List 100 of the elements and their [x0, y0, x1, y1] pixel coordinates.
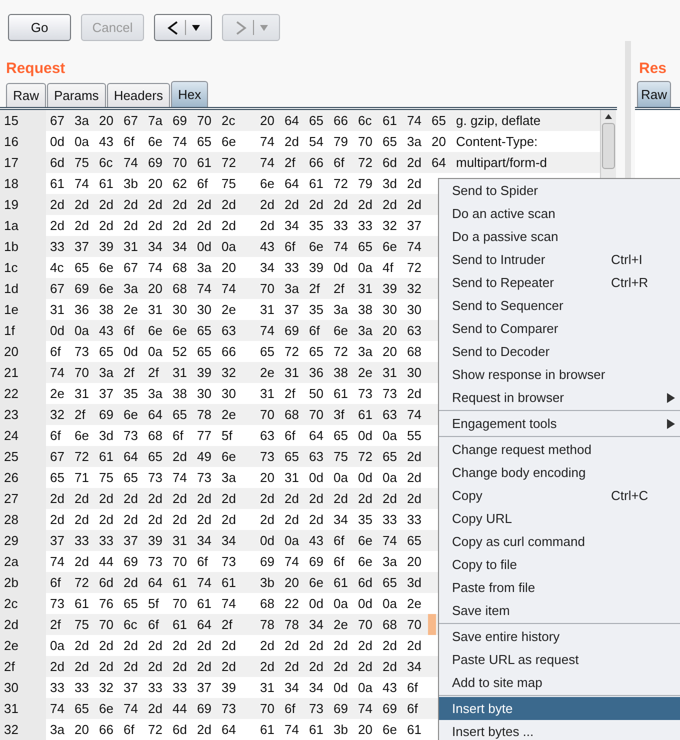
tab[interactable]: Headers: [106, 83, 170, 107]
hex-cell-text: 65: [49, 470, 66, 485]
hex-cell-text: 74: [122, 155, 139, 170]
hex-cell-text: 20: [382, 344, 398, 359]
menu-item[interactable]: Save item: [439, 599, 680, 622]
menu-item[interactable]: Copy as curl command: [439, 530, 680, 553]
hex-cell-text: 2d: [259, 197, 276, 212]
row-offset: 18: [0, 173, 46, 194]
hex-cell-text: 69: [122, 554, 139, 569]
hex-cell-text: 2d: [382, 659, 398, 674]
menu-item[interactable]: Add to site map: [439, 671, 680, 694]
menu-item[interactable]: Send to Comparer: [439, 317, 680, 340]
menu-item[interactable]: Send to Repeater Ctrl+R: [439, 271, 680, 294]
hex-cell-text: 0d: [308, 470, 324, 485]
hex-cell-text: 0a: [357, 680, 374, 695]
hex-cell-text: 3a: [147, 386, 164, 401]
hex-cell-text: 74: [122, 701, 139, 716]
hex-cell-text: 39: [220, 680, 237, 695]
menu-item[interactable]: Copy Ctrl+C: [439, 484, 680, 507]
menu-item[interactable]: Send to Spider: [439, 179, 680, 202]
row-offset: 1c: [0, 257, 46, 278]
menu-item[interactable]: Send to Intruder Ctrl+I: [439, 248, 680, 271]
hex-cell-text: 65: [172, 407, 188, 422]
menu-item[interactable]: Send to Sequencer: [439, 294, 680, 317]
menu-item[interactable]: Send to Decoder: [439, 340, 680, 363]
hex-cell-text: 2d: [122, 659, 139, 674]
panel-title: Res: [639, 59, 668, 79]
row-offset: 21: [0, 362, 46, 383]
hex-cell-text: 34: [172, 239, 188, 254]
hex-cell-text: 31: [284, 470, 300, 485]
hex-cell-text: 73: [74, 344, 90, 359]
menu-item[interactable]: Do an active scan: [439, 202, 680, 225]
hex-cell-text: 65: [332, 428, 349, 443]
hex-cell-text: 68: [284, 407, 300, 422]
hex-cell-text: 65: [74, 701, 90, 716]
menu-item[interactable]: Paste from file: [439, 576, 680, 599]
hex-cell-text: 5f: [220, 428, 234, 443]
hex-cell-text: 3a: [284, 281, 300, 296]
hex-cell-text: 64: [147, 407, 164, 422]
hex-cell-text: 65: [196, 344, 212, 359]
menu-item[interactable]: Insert bytes ...: [439, 720, 680, 740]
menu-item[interactable]: Insert byte: [439, 697, 680, 720]
hex-cell-text: 37: [74, 239, 90, 254]
tab[interactable]: Hex: [170, 81, 208, 107]
hex-cell-text: 66: [98, 722, 114, 737]
menu-item[interactable]: Show response in browser: [439, 363, 680, 386]
hex-cell-text: 0a: [382, 596, 398, 611]
hex-cell-text: 35: [308, 218, 324, 233]
hex-cell-text: 2d: [74, 554, 90, 569]
menu-item[interactable]: Engagement tools: [439, 412, 680, 435]
tab[interactable]: Params: [47, 83, 106, 107]
menu-item[interactable]: Do a passive scan: [439, 225, 680, 248]
hex-cell-text: 6e: [357, 533, 374, 548]
hex-cell-text: 6f: [49, 575, 62, 590]
hex-cell-text: 75: [332, 449, 349, 464]
back-button[interactable]: [154, 14, 212, 41]
hex-cell-text: 69: [332, 701, 349, 716]
hex-cell-text: 73: [49, 596, 66, 611]
hex-cell-text: 5f: [147, 596, 160, 611]
hex-cell-text: 61: [308, 722, 324, 737]
go-button[interactable]: Go: [8, 14, 71, 41]
menu-item[interactable]: Save entire history: [439, 625, 680, 648]
hex-cell-text: 38: [357, 302, 374, 317]
hex-cell-text: 6f: [332, 155, 346, 170]
tab[interactable]: Raw: [637, 81, 672, 107]
menu-item[interactable]: Copy to file: [439, 553, 680, 576]
menu-item[interactable]: Paste URL as request: [439, 648, 680, 671]
hex-cell-text: 61: [196, 155, 212, 170]
hex-cell-text: 36: [74, 302, 90, 317]
scroll-thumb[interactable]: [602, 123, 615, 169]
menu-item[interactable]: Copy URL: [439, 507, 680, 530]
menu-item[interactable]: Change body encoding: [439, 461, 680, 484]
hex-cell-text: 70: [196, 113, 212, 128]
hex-cell-text: 2d: [172, 491, 188, 506]
hex-cell-text: 2d: [284, 638, 300, 653]
hex-cell-text: 20: [284, 575, 300, 590]
hex-cell-text: 3a: [382, 554, 398, 569]
menu-item[interactable]: Request in browser: [439, 386, 680, 409]
hex-cell-text: 43: [98, 134, 114, 149]
hex-cell-text: 3b: [332, 722, 349, 737]
hex-cell-text: 2d: [308, 491, 324, 506]
hex-cell-text: 2d: [406, 155, 422, 170]
hex-cell-text: 2d: [406, 176, 422, 191]
hex-cell-text: 0a: [382, 470, 398, 485]
hex-cell-text: 72: [357, 155, 374, 170]
hex-cell-text: 2d: [357, 638, 374, 653]
menu-item[interactable]: Change request method: [439, 438, 680, 461]
hex-cell-text: 39: [382, 281, 398, 296]
hex-cell-text: 61: [98, 176, 114, 191]
hex-cell-text: 2d: [284, 197, 300, 212]
hex-cell-text: 74: [406, 407, 422, 422]
row-offset: 32: [0, 719, 46, 740]
hex-cell-text: 38: [172, 386, 188, 401]
hex-cell-text: 2d: [357, 491, 374, 506]
hex-cell-text: 2d: [406, 197, 422, 212]
hex-cell-text: 69: [74, 281, 90, 296]
hex-cell-text: 74: [74, 176, 90, 191]
tab[interactable]: Raw: [6, 83, 46, 107]
hex-cell-text: 2d: [406, 491, 422, 506]
hex-cell-text: 61: [357, 407, 374, 422]
